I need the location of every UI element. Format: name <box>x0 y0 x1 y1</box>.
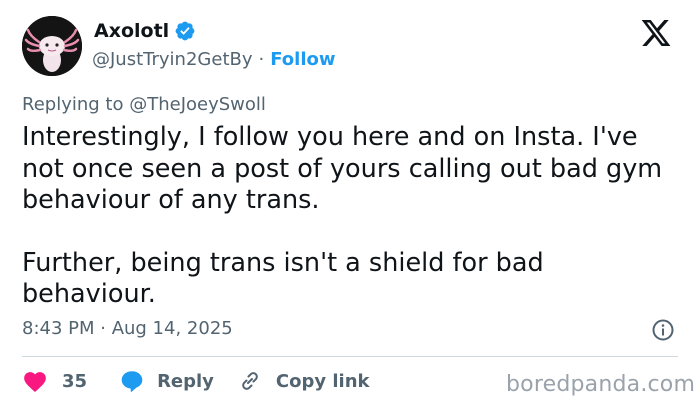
author-name-row: Axolotl <box>94 20 196 42</box>
watermark: boredpanda.com <box>506 372 696 397</box>
follow-button[interactable]: Follow <box>270 49 335 70</box>
avatar[interactable] <box>22 16 82 76</box>
reply-label: Reply <box>157 370 214 392</box>
reply-button[interactable]: Reply <box>119 369 214 393</box>
tweet-timestamp[interactable]: 8:43 PM · Aug 14, 2025 <box>22 318 233 339</box>
tweet-actions: 35 Reply Copy link <box>22 369 370 393</box>
divider <box>22 356 678 357</box>
link-icon <box>242 372 258 390</box>
reply-bubble-icon <box>121 371 143 393</box>
reply-context: Replying to @TheJoeySwoll <box>22 94 266 115</box>
author-handle-row: @JustTryin2GetBy · Follow <box>92 49 336 70</box>
separator: · <box>258 49 265 70</box>
axolotl-avatar-icon <box>22 16 82 76</box>
heart-icon <box>24 372 46 393</box>
tweet-paragraph: Further, being trans isn't a shield for … <box>22 247 544 310</box>
tweet-paragraph: Interestingly, I follow you here and on … <box>22 122 663 215</box>
reply-context-prefix: Replying to <box>22 94 124 115</box>
author-name[interactable]: Axolotl <box>94 20 169 42</box>
author-handle[interactable]: @JustTryin2GetBy <box>92 49 253 70</box>
copy-link-label: Copy link <box>275 370 370 392</box>
verified-badge-icon <box>175 21 195 41</box>
tweet-text: Interestingly, I follow you here and on … <box>22 122 682 311</box>
like-count: 35 <box>62 370 88 392</box>
x-logo-icon[interactable] <box>640 17 672 49</box>
info-icon[interactable] <box>651 318 675 342</box>
copy-link-button[interactable]: Copy link <box>238 369 370 393</box>
reply-mention-link[interactable]: @TheJoeySwoll <box>129 94 266 115</box>
like-button[interactable]: 35 <box>22 369 87 393</box>
